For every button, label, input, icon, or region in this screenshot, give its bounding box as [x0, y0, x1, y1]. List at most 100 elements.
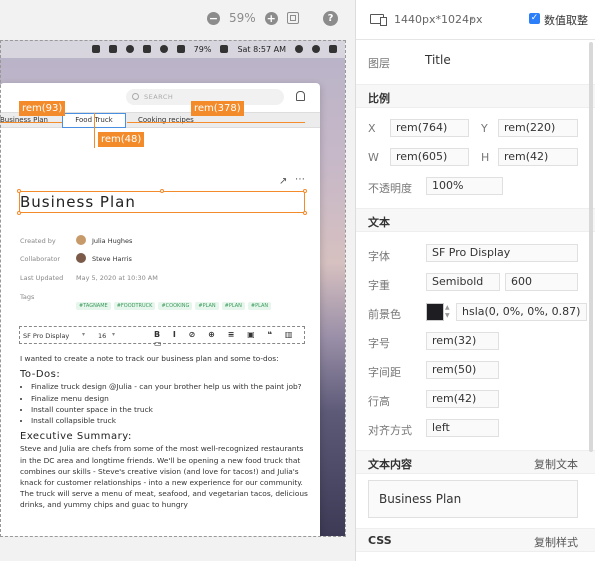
section-content: 文本内容 复制文本	[356, 450, 595, 474]
search-icon	[312, 45, 320, 53]
more-icon[interactable]: ⋯	[295, 174, 305, 185]
fit-screen-icon[interactable]	[286, 12, 299, 24]
tag[interactable]: #PLAN	[195, 302, 219, 310]
section-title: 文本内容	[368, 458, 412, 471]
created-by-label: Created by	[20, 237, 56, 245]
font-size-select[interactable]: 16	[98, 332, 106, 340]
weight-name-field[interactable]: Semibold	[426, 273, 500, 291]
control-center-icon	[329, 45, 337, 53]
opacity-label: 不透明度	[368, 182, 412, 195]
letter-spacing-field[interactable]: rem(50)	[426, 361, 499, 379]
collaborator-label: Collaborator	[20, 255, 61, 263]
weight-value-field[interactable]: 600	[505, 273, 578, 291]
stepper-icon[interactable]: ▲ ▼	[445, 304, 451, 320]
text-content-box[interactable]: Business Plan	[368, 480, 578, 518]
section-title: CSS	[368, 534, 392, 547]
zoom-in-icon[interactable]: +	[264, 11, 278, 25]
canvas-area: − 59% + ? 79% Sat 8:57 AM SEARCH Busines…	[0, 0, 355, 561]
measure-label-top: rem(48)	[98, 132, 145, 147]
help-icon[interactable]: ?	[323, 11, 338, 26]
x-label: X	[368, 122, 376, 135]
last-updated-value: May 5, 2020 at 10:30 AM	[76, 274, 158, 282]
app-icon	[108, 45, 117, 53]
zoom-controls: − 59% +	[207, 11, 299, 25]
list-item: Finalize menu design	[31, 393, 310, 404]
share-icon[interactable]: ↗	[279, 176, 287, 187]
todo-heading: To-Dos:	[20, 369, 61, 381]
h-label: H	[481, 151, 490, 164]
alignment-label: 对齐方式	[368, 424, 412, 437]
notification-bell-icon[interactable]	[296, 91, 305, 101]
measure-label-left: rem(93)	[19, 101, 66, 116]
section-position: 比例	[356, 84, 595, 108]
letter-spacing-label: 字间距	[368, 366, 401, 379]
created-by-value: Julia Hughes	[92, 237, 133, 245]
font-size-field[interactable]: rem(32)	[426, 332, 499, 350]
h-field[interactable]: rem(42)	[498, 148, 578, 166]
tag[interactable]: #PLAN	[221, 302, 245, 310]
tags-label: Tags	[20, 293, 35, 301]
resize-handle[interactable]	[303, 189, 307, 193]
y-label: Y	[481, 122, 488, 135]
color-field[interactable]: hsla(0, 0%, 0%, 0.87)	[456, 303, 587, 321]
x-field[interactable]: rem(764)	[390, 119, 469, 137]
opacity-field[interactable]: 100%	[426, 177, 503, 195]
battery-icon	[220, 45, 229, 53]
intro-text: I wanted to create a note to track our b…	[20, 354, 279, 363]
resize-handle[interactable]	[303, 211, 307, 215]
zoom-level: 59%	[229, 11, 256, 25]
color-swatch[interactable]	[426, 303, 444, 321]
copy-text-button[interactable]: 复制文本	[534, 456, 578, 472]
chevron-down-icon[interactable]: ▾	[112, 331, 115, 338]
search-icon	[132, 93, 139, 100]
list-item: Install collapsible truck	[31, 415, 310, 426]
zoom-out-icon[interactable]: −	[207, 11, 220, 25]
section-title: 比例	[368, 92, 390, 105]
round-values-checkbox[interactable]: ✓	[529, 13, 540, 24]
chart-icon	[142, 45, 151, 53]
line-height-field[interactable]: rem(42)	[426, 390, 499, 408]
weight-label: 字重	[368, 279, 390, 292]
measure-line	[127, 122, 305, 123]
chevron-down-icon[interactable]: ▾	[82, 331, 85, 338]
clock: Sat 8:57 AM	[237, 44, 286, 54]
y-field[interactable]: rem(220)	[498, 119, 578, 137]
font-select[interactable]: SF Pro Display	[23, 332, 69, 340]
page-title[interactable]: Business Plan	[20, 193, 136, 211]
user-icon	[295, 45, 303, 53]
scrollbar[interactable]	[589, 42, 593, 452]
format-buttons[interactable]: B I ⊘ ⊕ ≡ ▣ ❝ ▥ ▭	[154, 330, 304, 348]
summary-heading: Executive Summary:	[20, 431, 132, 443]
tag[interactable]: #PLAN	[247, 302, 272, 310]
section-css: CSS 复制样式	[356, 528, 595, 552]
font-size-label: 字号	[368, 337, 390, 350]
dropbox-icon	[91, 45, 100, 53]
round-values-label: 数值取整	[544, 14, 588, 27]
collaborator-value: Steve Harris	[92, 255, 132, 263]
panel-header: 1440px*1024px ▾ ✓ 数值取整	[356, 0, 595, 40]
copy-style-button[interactable]: 复制样式	[534, 534, 578, 550]
battery-level: 79%	[193, 44, 212, 54]
inspector-panel: 1440px*1024px ▾ ✓ 数值取整 图层 Title 比例 X rem…	[355, 0, 595, 561]
line-height-label: 行高	[368, 395, 390, 408]
tag[interactable]: #TAGNAME	[76, 302, 111, 310]
measure-line	[0, 122, 62, 123]
w-label: W	[368, 151, 379, 164]
mac-menubar: 79% Sat 8:57 AM	[0, 40, 345, 58]
measure-label-right: rem(378)	[191, 101, 244, 116]
todo-list: Finalize truck design @Julia - can your …	[31, 381, 310, 426]
chevron-down-icon[interactable]: ▾	[470, 14, 474, 23]
resize-handle[interactable]	[160, 189, 164, 193]
alignment-field[interactable]: left	[426, 419, 499, 437]
w-field[interactable]: rem(605)	[390, 148, 469, 166]
section-text: 文本	[356, 208, 595, 232]
tag[interactable]: #COOKING	[158, 302, 193, 310]
layer-name: Title	[425, 53, 451, 67]
tag[interactable]: #FOODTRUCK	[113, 302, 156, 310]
color-label: 前景色	[368, 308, 401, 321]
font-field[interactable]: SF Pro Display	[426, 244, 578, 262]
note-body[interactable]: I wanted to create a note to track our b…	[20, 353, 310, 511]
measure-line	[94, 113, 95, 148]
volume-icon	[176, 45, 185, 53]
resize-handle[interactable]	[17, 211, 21, 215]
